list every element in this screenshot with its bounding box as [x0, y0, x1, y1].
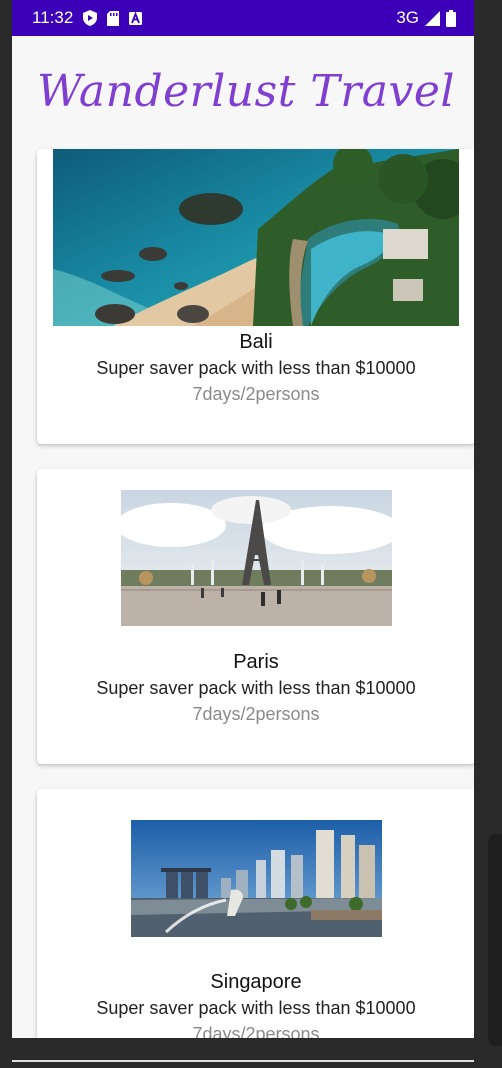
destination-name: Bali — [239, 331, 273, 353]
battery-icon — [446, 9, 456, 27]
app-screen[interactable]: Wanderlust Travel Bali Super saver pack … — [12, 36, 474, 1038]
sd-card-icon — [107, 10, 120, 26]
a-badge-icon — [129, 11, 143, 25]
status-time: 11:32 — [32, 8, 74, 27]
signal-icon — [425, 10, 440, 26]
app-title: Wanderlust Travel — [37, 66, 455, 117]
card-text-bali: Bali Super saver pack with less than $10… — [37, 329, 474, 407]
destination-name: Paris — [233, 651, 279, 673]
paris-eiffel-image — [121, 490, 392, 626]
destination-card-bali[interactable]: Bali Super saver pack with less than $10… — [37, 149, 474, 444]
status-bar: 11:32 3G — [12, 0, 474, 36]
shield-icon — [83, 10, 98, 26]
card-text-singapore: Singapore Super saver pack with less tha… — [37, 969, 474, 1038]
destination-description: Super saver pack with less than $10000 — [96, 358, 416, 378]
navigation-bar-line — [12, 1060, 474, 1062]
destination-name: Singapore — [210, 971, 302, 993]
status-right-group: 3G — [396, 8, 456, 28]
card-text-paris: Paris Super saver pack with less than $1… — [37, 649, 474, 727]
status-left-group: 11:32 — [32, 8, 143, 28]
destination-card-singapore[interactable]: Singapore Super saver pack with less tha… — [37, 789, 474, 1038]
emulator-bottom-strip — [0, 1038, 474, 1068]
destination-duration: 7days/2persons — [192, 1024, 320, 1038]
destination-duration: 7days/2persons — [192, 704, 320, 724]
bali-coast-image — [53, 149, 459, 326]
destination-card-paris[interactable]: Paris Super saver pack with less than $1… — [37, 469, 474, 764]
destination-duration: 7days/2persons — [192, 384, 320, 404]
network-type: 3G — [396, 8, 419, 27]
destination-description: Super saver pack with less than $10000 — [96, 678, 416, 698]
emulator-side-panel — [488, 834, 502, 1046]
singapore-skyline-image — [131, 820, 382, 937]
destination-description: Super saver pack with less than $10000 — [96, 998, 416, 1018]
